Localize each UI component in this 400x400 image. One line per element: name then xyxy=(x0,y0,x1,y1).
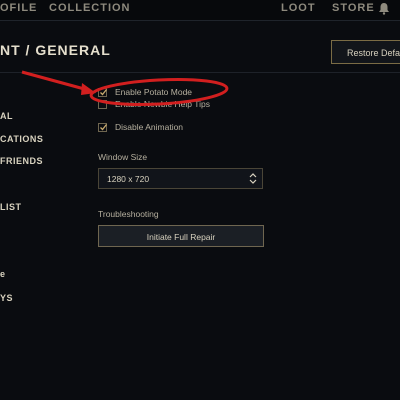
annotation-arrow-circle xyxy=(21,70,229,107)
